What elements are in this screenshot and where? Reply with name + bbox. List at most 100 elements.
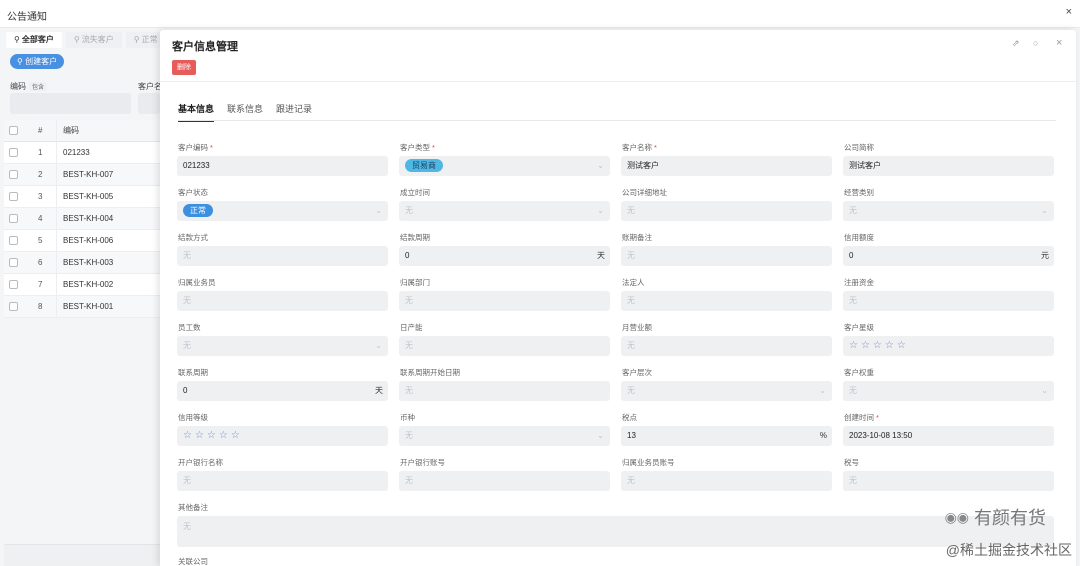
row-checkbox[interactable] xyxy=(9,148,18,157)
field-label: 创建时间 * xyxy=(844,413,879,422)
row-checkbox[interactable] xyxy=(9,302,18,311)
form-field[interactable]: 正常 ⌄ xyxy=(177,201,388,221)
table-row[interactable]: 6 BEST-KH-003 xyxy=(4,252,160,274)
create-customer-button[interactable]: ⚲ 创建客户 xyxy=(10,54,65,69)
open-external-icon[interactable]: ⇗ xyxy=(1012,38,1020,49)
tab-lost-customers[interactable]: ⚲ 流失客户 xyxy=(65,32,122,48)
form-field[interactable]: ☆☆☆☆☆ xyxy=(843,336,1054,356)
filter-label-name: 客户名 xyxy=(138,82,162,91)
field-label: 客户状态 xyxy=(178,188,208,197)
field-label: 客户层次 xyxy=(622,368,652,377)
form-field[interactable]: 无 ⌄ xyxy=(399,426,610,446)
form-field[interactable]: 无 xyxy=(177,246,388,266)
field-label: 账期备注 xyxy=(622,233,652,242)
tab-all-customers[interactable]: ⚲ 全部客户 xyxy=(6,32,62,48)
table-header: # 编码 xyxy=(4,120,160,142)
tab-follow-up[interactable]: 跟进记录 xyxy=(276,102,312,122)
chevron-down-icon: ⌄ xyxy=(375,206,382,215)
form-field[interactable]: 无 xyxy=(177,471,388,491)
form-field[interactable]: 无 ⌄ xyxy=(399,201,610,221)
row-checkbox[interactable] xyxy=(9,280,18,289)
table-row[interactable]: 3 BEST-KH-005 xyxy=(4,186,160,208)
form-field[interactable]: ☆☆☆☆☆ xyxy=(177,426,388,446)
required-mark: * xyxy=(432,143,435,152)
table-row[interactable]: 8 BEST-KH-001 xyxy=(4,296,160,318)
form-field[interactable]: 无 xyxy=(843,291,1054,311)
field-label: 客户星级 xyxy=(844,323,874,332)
row-checkbox[interactable] xyxy=(9,258,18,267)
form-field[interactable]: 无 ⌄ xyxy=(621,381,832,401)
close-icon[interactable]: × xyxy=(1066,6,1072,18)
row-checkbox[interactable] xyxy=(9,192,18,201)
unit-suffix: 天 xyxy=(375,386,383,395)
user-icon: ⚲ xyxy=(14,35,20,44)
form-field[interactable]: 2023-10-08 13:50 xyxy=(843,426,1054,446)
row-checkbox[interactable] xyxy=(9,214,18,223)
refresh-icon[interactable]: ○ xyxy=(1033,38,1038,48)
form-field[interactable]: 0元 xyxy=(843,246,1054,266)
select-all-checkbox[interactable] xyxy=(9,126,18,135)
field-placeholder: 无 xyxy=(627,386,635,395)
unit-suffix: % xyxy=(819,431,827,440)
form-field[interactable]: 无 xyxy=(843,471,1054,491)
form-field[interactable]: 13% xyxy=(621,426,832,446)
filter-mode-chip[interactable]: 包含 xyxy=(29,82,48,91)
tab-basic-info[interactable]: 基本信息 xyxy=(178,102,215,122)
form-field[interactable]: 0天 xyxy=(399,246,610,266)
tab-contact-info[interactable]: 联系信息 xyxy=(227,102,263,122)
form-field[interactable]: 无 ⌄ xyxy=(843,381,1054,401)
form-field[interactable]: 无 ⌄ xyxy=(843,201,1054,221)
row-checkbox[interactable] xyxy=(9,236,18,245)
chevron-down-icon: ⌄ xyxy=(375,341,382,350)
chevron-down-icon: ⌄ xyxy=(597,206,604,215)
field-label: 信用额度 xyxy=(844,233,874,242)
form-field[interactable]: 0天 xyxy=(177,381,388,401)
field-placeholder: 无 xyxy=(405,476,413,485)
field-placeholder: 无 xyxy=(183,296,191,305)
close-icon[interactable]: × xyxy=(1056,37,1062,49)
header-index: # xyxy=(38,126,43,135)
field-placeholder: 无 xyxy=(849,476,857,485)
field-placeholder: 无 xyxy=(849,206,857,215)
field-placeholder: 无 xyxy=(627,206,635,215)
field-placeholder: 无 xyxy=(627,251,635,260)
table-row[interactable]: 7 BEST-KH-002 xyxy=(4,274,160,296)
form-field[interactable]: 无 xyxy=(621,246,832,266)
app-header: 公告通知 × xyxy=(0,0,1080,28)
field-label: 联系周期开始日期 xyxy=(400,368,460,377)
form-field[interactable]: 021233 xyxy=(177,156,388,176)
field-label: 客户编码 * xyxy=(178,143,213,152)
table-row[interactable]: 4 BEST-KH-004 xyxy=(4,208,160,230)
unit-suffix: 天 xyxy=(597,251,605,260)
chevron-down-icon: ⌄ xyxy=(1041,386,1048,395)
form-field[interactable]: 贸易商 ⌄ xyxy=(399,156,610,176)
field-label: 客户名称 * xyxy=(622,143,657,152)
delete-button[interactable]: 删除 xyxy=(172,60,196,75)
row-checkbox[interactable] xyxy=(9,170,18,179)
filter-name-input[interactable] xyxy=(138,93,160,114)
field-placeholder: 无 xyxy=(627,296,635,305)
table-footer xyxy=(4,544,160,566)
tag-pill: 正常 xyxy=(183,204,213,217)
form-field[interactable]: 无 xyxy=(621,471,832,491)
form-field[interactable]: 测试客户 xyxy=(621,156,832,176)
form-field[interactable]: 无 xyxy=(399,336,610,356)
form-field[interactable]: 无 xyxy=(177,291,388,311)
form-field[interactable]: 无 ⌄ xyxy=(177,336,388,356)
tag-pill: 贸易商 xyxy=(405,159,443,172)
form-field[interactable]: 无 xyxy=(621,201,832,221)
table-row[interactable]: 1 021233 xyxy=(4,142,160,164)
form-field[interactable]: 无 xyxy=(399,381,610,401)
form-field[interactable]: 无 xyxy=(399,291,610,311)
form-field[interactable]: 无 xyxy=(621,291,832,311)
filter-code-input[interactable] xyxy=(10,93,131,114)
form-field[interactable]: 测试客户 xyxy=(843,156,1054,176)
remark-textarea[interactable]: 无 xyxy=(177,516,1054,547)
table-row[interactable]: 5 BEST-KH-006 xyxy=(4,230,160,252)
form-field[interactable]: 无 xyxy=(621,336,832,356)
chevron-down-icon: ⌄ xyxy=(597,161,604,170)
field-value: 0 xyxy=(405,251,410,260)
form-field[interactable]: 无 xyxy=(399,471,610,491)
table-row[interactable]: 2 BEST-KH-007 xyxy=(4,164,160,186)
field-label: 归属部门 xyxy=(400,278,430,287)
